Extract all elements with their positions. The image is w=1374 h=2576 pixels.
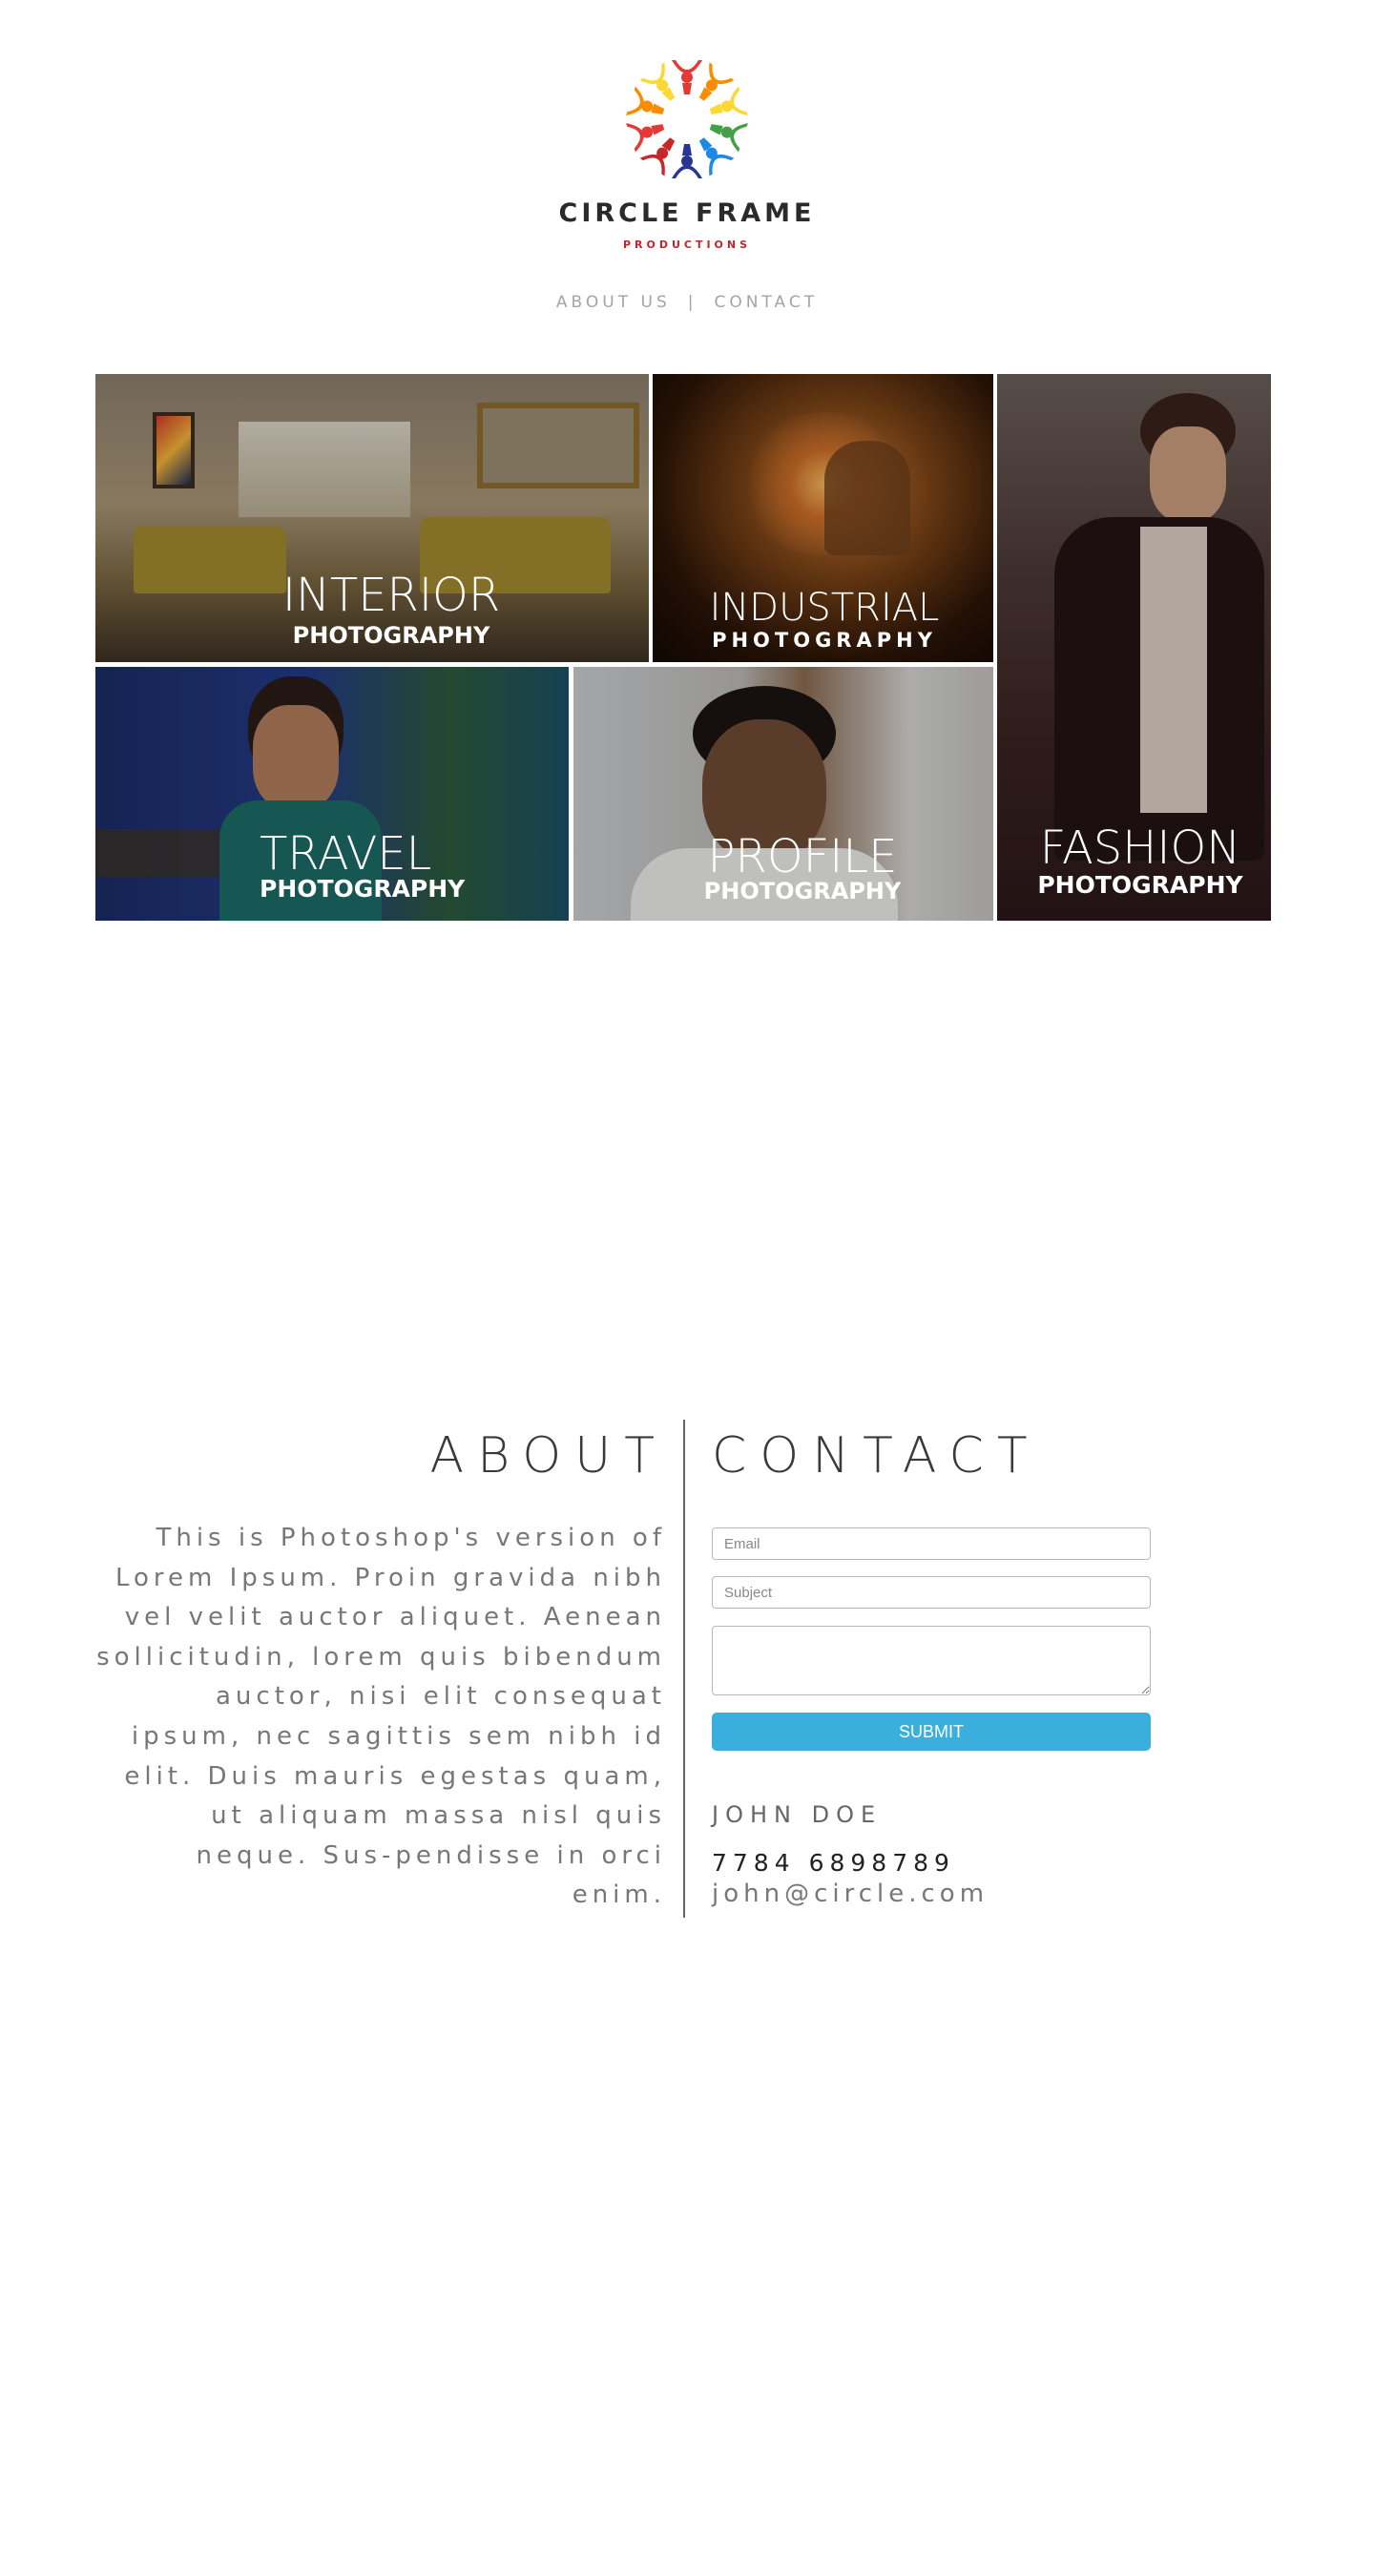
about-text: This is Photoshop's version of Lorem Ips… [96,1524,666,1910]
tile-title: TRAVEL [260,827,432,881]
logo-person-figure [672,60,702,94]
logo[interactable] [0,48,1374,191]
nav-about-us[interactable]: ABOUT US [556,293,671,312]
logo-person-figure [709,86,748,116]
logo-person-figure [626,86,665,116]
message-field[interactable] [712,1626,1151,1695]
gallery-tile-interior[interactable]: INTERIOR PHOTOGRAPHY [95,374,649,662]
section-divider [683,1420,685,1918]
tile-subtitle: PHOTOGRAPHY [703,878,902,904]
people-circle-logo-icon [626,60,748,178]
email-field[interactable] [712,1527,1151,1560]
about-title: ABOUT [429,1427,668,1485]
submit-button[interactable]: SUBMIT [712,1713,1151,1751]
gallery-tile-profile[interactable]: PROFILE PHOTOGRAPHY [573,667,993,921]
brand-name: CIRCLE FRAME [558,198,816,228]
nav-contact[interactable]: CONTACT [714,293,818,312]
nav-separator: | [687,293,697,312]
gallery-tile-travel[interactable]: TRAVEL PHOTOGRAPHY [95,667,569,921]
tile-subtitle: PHOTOGRAPHY [260,875,466,903]
tile-title: INTERIOR [281,569,501,622]
gallery-tile-industrial[interactable]: INDUSTRIAL PHOTOGRAPHY [653,374,993,662]
gallery-tile-fashion[interactable]: FASHION PHOTOGRAPHY [997,374,1271,921]
main-nav: ABOUT US | CONTACT [0,293,1374,312]
tile-title: INDUSTRIAL [709,586,940,630]
tile-subtitle: PHOTOGRAPHY [292,622,490,649]
tile-subtitle: PHOTOGRAPHY [712,629,937,652]
tile-title: PROFILE [707,830,898,883]
contact-email[interactable]: john@circle.com [712,1880,989,1908]
subject-field[interactable] [712,1576,1151,1609]
tile-subtitle: PHOTOGRAPHY [1037,871,1243,899]
brand-tagline: PRODUCTIONS [622,239,752,251]
contact-person-name: JOHN DOE [712,1801,883,1828]
logo-person-figure [626,122,665,153]
logo-person-figure [709,122,748,153]
contact-phone[interactable]: 7784 6898789 [712,1849,955,1877]
tile-title: FASHION [1039,821,1241,875]
logo-person-figure [672,144,702,178]
contact-title: CONTACT [712,1427,1041,1485]
